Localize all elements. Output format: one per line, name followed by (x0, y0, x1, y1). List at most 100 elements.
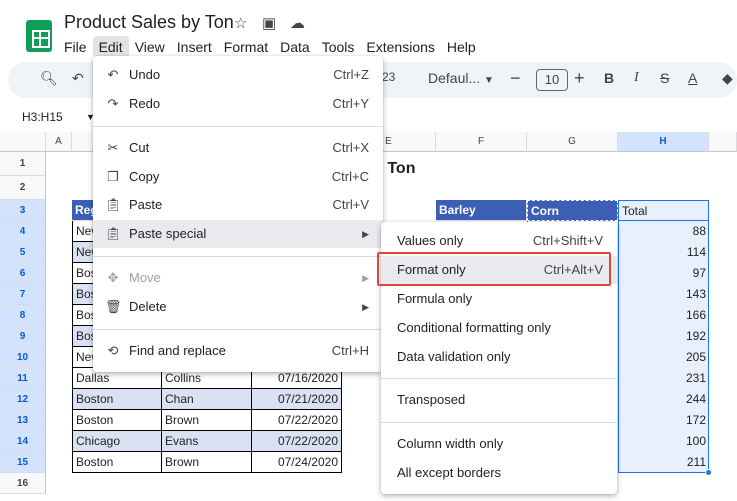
cell-region[interactable]: Boston (72, 410, 162, 431)
header-cell-barley[interactable]: Barley (436, 200, 527, 221)
menu-file[interactable]: File (58, 36, 93, 58)
menu-data[interactable]: Data (274, 36, 316, 58)
row-header[interactable]: 15 (0, 452, 46, 473)
menu-item-paste-special[interactable]: 📋︎ Paste special ▶ (93, 220, 383, 248)
menu-item-copy[interactable]: ❐ Copy Ctrl+C (93, 163, 383, 191)
strikethrough-icon[interactable]: S (660, 70, 669, 86)
cell-total[interactable]: 172 (618, 410, 709, 431)
menu-tools[interactable]: Tools (316, 36, 361, 58)
cell-region[interactable]: New (72, 242, 94, 263)
cell-total[interactable]: 88 (618, 221, 709, 242)
row-header[interactable]: 12 (0, 389, 46, 410)
col-header-f[interactable]: F (436, 132, 527, 152)
fill-color-icon[interactable]: ◆ (722, 70, 733, 87)
row-header[interactable]: 5 (0, 242, 46, 263)
row-header[interactable]: 14 (0, 431, 46, 452)
row-header[interactable]: 1 (0, 152, 46, 176)
bold-icon[interactable]: B (604, 70, 614, 86)
menu-item-all-except-borders[interactable]: All except borders (381, 459, 617, 487)
copy-icon: ❐ (107, 169, 119, 184)
col-header-a[interactable]: A (46, 132, 72, 152)
text-color-icon[interactable]: A (688, 70, 697, 86)
cell-region[interactable]: Bos (72, 305, 94, 326)
menu-item-column-width-only[interactable]: Column width only (381, 430, 617, 458)
cell-total[interactable]: 166 (618, 305, 709, 326)
menu-item-redo[interactable]: ↷ Redo Ctrl+Y (93, 90, 383, 118)
cell-region[interactable]: New (72, 347, 94, 368)
cell-rep[interactable]: Brown (162, 410, 252, 431)
star-icon[interactable]: ☆ (234, 14, 247, 32)
menu-edit[interactable]: Edit (92, 36, 129, 58)
cell-total[interactable]: 244 (618, 389, 709, 410)
cell-rep[interactable]: Evans (162, 431, 252, 452)
col-header-h[interactable]: H (618, 132, 709, 152)
cell-total[interactable]: 192 (618, 326, 709, 347)
decrease-font-size-icon[interactable]: − (510, 68, 521, 89)
cloud-status-icon[interactable]: ☁ (290, 14, 305, 32)
menu-view[interactable]: View (129, 36, 171, 58)
cell-region[interactable]: Boston (72, 389, 162, 410)
menu-item-formula-only[interactable]: Formula only (381, 285, 617, 313)
menu-item-paste[interactable]: 📋︎ Paste Ctrl+V (93, 191, 383, 219)
row-header[interactable]: 8 (0, 305, 46, 326)
cell-total[interactable]: 231 (618, 368, 709, 389)
cell-total[interactable]: 211 (618, 452, 709, 473)
italic-icon[interactable]: I (634, 70, 639, 86)
cell-date[interactable]: 07/22/2020 (252, 410, 342, 431)
menu-insert[interactable]: Insert (171, 36, 218, 58)
cell-total[interactable]: 100 (618, 431, 709, 452)
number-format-button[interactable]: 23 (382, 70, 395, 84)
col-header-g[interactable]: G (527, 132, 618, 152)
move-folder-icon[interactable]: ▣ (262, 14, 276, 32)
menu-format[interactable]: Format (218, 36, 274, 58)
fill-handle[interactable] (705, 469, 712, 476)
menu-help[interactable]: Help (441, 36, 482, 58)
row-header[interactable]: 10 (0, 347, 46, 368)
cell-region[interactable]: Bos (72, 284, 94, 305)
cell-region[interactable]: Boston (72, 452, 162, 473)
cell-region[interactable]: New (72, 221, 94, 242)
undo-icon[interactable]: ↶ (72, 70, 84, 87)
trash-icon: 🗑︎ (105, 299, 122, 314)
header-cell-total[interactable]: Total (618, 200, 709, 221)
menu-item-transposed[interactable]: Transposed (381, 386, 617, 414)
cell-date[interactable]: 07/22/2020 (252, 431, 342, 452)
cell-date[interactable]: 07/21/2020 (252, 389, 342, 410)
cell-region[interactable]: Bos (72, 326, 94, 347)
search-menus-icon[interactable]: 🔍︎ (40, 70, 58, 87)
select-all-corner[interactable] (0, 132, 46, 152)
header-cell-corn[interactable]: Corn (527, 200, 618, 221)
increase-font-size-icon[interactable]: + (574, 68, 585, 89)
cell-total[interactable]: 143 (618, 284, 709, 305)
row-header[interactable]: 6 (0, 263, 46, 284)
menu-item-data-validation-only[interactable]: Data validation only (381, 343, 617, 371)
cell-region[interactable]: Chicago (72, 431, 162, 452)
menu-item-delete[interactable]: 🗑︎ Delete ▶ (93, 293, 383, 321)
document-title[interactable]: Product Sales by Ton (64, 12, 234, 33)
menu-item-values-only[interactable]: Values only Ctrl+Shift+V (381, 227, 617, 255)
cell-date[interactable]: 07/24/2020 (252, 452, 342, 473)
row-header[interactable]: 7 (0, 284, 46, 305)
cell-region[interactable]: Bos (72, 263, 94, 284)
menu-extensions[interactable]: Extensions (360, 36, 440, 58)
menu-item-cut[interactable]: ✂ Cut Ctrl+X (93, 134, 383, 162)
menu-item-find-replace[interactable]: ⟲ Find and replace Ctrl+H (93, 337, 383, 365)
row-header[interactable]: 13 (0, 410, 46, 431)
menu-item-undo[interactable]: ↶ Undo Ctrl+Z (93, 61, 383, 89)
row-header[interactable]: 11 (0, 368, 46, 389)
cell-total[interactable]: 114 (618, 242, 709, 263)
font-select[interactable]: Defaul... ▼ (428, 70, 494, 86)
row-header[interactable]: 2 (0, 176, 46, 200)
row-header[interactable]: 3 (0, 200, 46, 221)
row-header[interactable]: 4 (0, 221, 46, 242)
sheets-logo[interactable] (26, 20, 52, 52)
col-header-next[interactable] (709, 132, 737, 152)
cell-total[interactable]: 97 (618, 263, 709, 284)
cell-rep[interactable]: Chan (162, 389, 252, 410)
font-size-input[interactable]: 10 (536, 69, 568, 91)
cell-total[interactable]: 205 (618, 347, 709, 368)
cell-rep[interactable]: Brown (162, 452, 252, 473)
row-header[interactable]: 16 (0, 473, 46, 494)
menu-item-conditional-formatting-only[interactable]: Conditional formatting only (381, 314, 617, 342)
row-header[interactable]: 9 (0, 326, 46, 347)
